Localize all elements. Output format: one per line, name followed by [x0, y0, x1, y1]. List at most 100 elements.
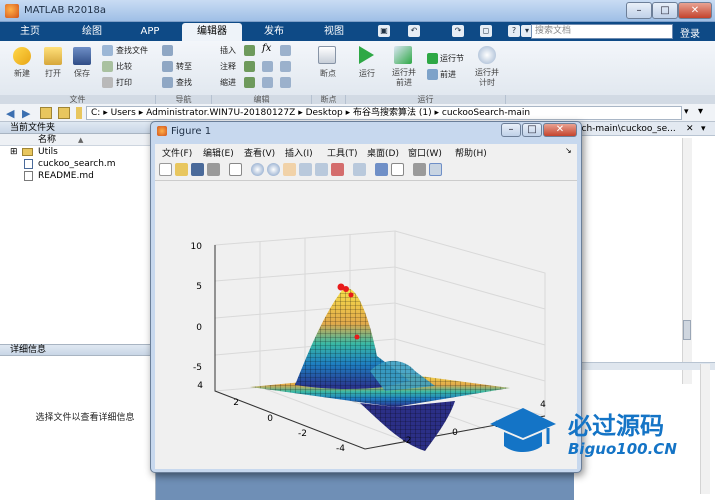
- current-folder-path[interactable]: C: ▸ Users ▸ Administrator.WIN7U-2018012…: [86, 106, 682, 120]
- show-plot-tools-icon[interactable]: [429, 163, 442, 176]
- zoom-in-icon[interactable]: [251, 163, 264, 176]
- redo-icon[interactable]: ↷: [452, 25, 464, 37]
- find-button[interactable]: 查找: [176, 77, 192, 88]
- tab-home[interactable]: 主页: [10, 23, 50, 41]
- path-segment-users[interactable]: Users: [111, 108, 136, 118]
- breakpoint-icon[interactable]: [318, 46, 336, 64]
- file-name[interactable]: cuckoo_search.m: [38, 159, 116, 169]
- goto-button[interactable]: 转至: [176, 61, 192, 72]
- print-button[interactable]: 打印: [116, 77, 132, 88]
- tab-apps[interactable]: APP: [128, 23, 172, 41]
- details-panel-header[interactable]: 详细信息: [0, 344, 156, 356]
- menu-tools[interactable]: 工具(T): [327, 146, 358, 159]
- tab-view[interactable]: 视图: [312, 23, 356, 41]
- editor-scrollbar[interactable]: [682, 138, 692, 384]
- comment-icon[interactable]: [244, 61, 255, 72]
- comment-button[interactable]: 注释: [220, 61, 236, 72]
- decrease-indent-icon[interactable]: [280, 77, 291, 88]
- back-arrow-icon[interactable]: [162, 45, 173, 56]
- open-icon[interactable]: [44, 47, 62, 65]
- editor-file-tab[interactable]: rch-main\cuckoo_se...: [578, 124, 676, 134]
- search-docs-input[interactable]: 搜索文档: [531, 24, 673, 39]
- breakpoints-button[interactable]: 断点: [314, 68, 342, 79]
- path-segment-repo[interactable]: cuckooSearch-main: [442, 108, 530, 118]
- menu-desktop[interactable]: 桌面(D): [367, 146, 399, 159]
- list-item[interactable]: cuckoo_search.m: [0, 158, 155, 170]
- name-column-label[interactable]: 名称: [38, 135, 56, 145]
- run-and-advance-button[interactable]: 运行并 前进: [388, 68, 420, 88]
- run-and-time-button[interactable]: 运行并 计时: [470, 68, 504, 88]
- zoom-out-icon[interactable]: [267, 163, 280, 176]
- new-icon[interactable]: [13, 47, 31, 65]
- new-figure-icon[interactable]: [159, 163, 172, 176]
- run-icon[interactable]: [359, 46, 374, 64]
- figure-maximize-button[interactable]: □: [522, 123, 542, 137]
- insert-section-icon[interactable]: [244, 45, 255, 56]
- editor-scroll-thumb[interactable]: [683, 320, 691, 340]
- wrap-comment-icon[interactable]: [280, 61, 291, 72]
- save-figure-icon[interactable]: [191, 163, 204, 176]
- tab-editor[interactable]: 编辑器: [182, 23, 242, 41]
- compare-icon[interactable]: [102, 61, 113, 72]
- print-figure-icon[interactable]: [207, 163, 220, 176]
- minimize-button[interactable]: –: [626, 2, 652, 19]
- colorbar-icon[interactable]: [375, 163, 388, 176]
- brush-icon[interactable]: [331, 163, 344, 176]
- menu-file[interactable]: 文件(F): [162, 146, 192, 159]
- run-and-time-icon[interactable]: [478, 46, 496, 64]
- help-icon[interactable]: ?: [508, 25, 520, 37]
- command-window-splitter[interactable]: [574, 362, 715, 370]
- legend-icon[interactable]: [391, 163, 404, 176]
- open-button-label[interactable]: 打开: [41, 68, 65, 79]
- menu-view[interactable]: 查看(V): [244, 146, 275, 159]
- run-and-advance-icon[interactable]: [394, 46, 412, 64]
- run-section-icon[interactable]: [427, 53, 438, 64]
- expand-icon[interactable]: ⊞: [10, 146, 18, 158]
- tab-plots[interactable]: 绘图: [72, 23, 112, 41]
- path-dropdown-icon[interactable]: ▾: [684, 107, 689, 117]
- login-button[interactable]: 登录: [680, 25, 700, 40]
- up-folder-icon[interactable]: [40, 107, 52, 119]
- menu-window[interactable]: 窗口(W): [408, 146, 442, 159]
- indent-button[interactable]: 缩进: [220, 77, 236, 88]
- print-icon[interactable]: [102, 77, 113, 88]
- find-files-button[interactable]: 查找文件: [116, 45, 148, 56]
- figure-close-button[interactable]: ✕: [543, 123, 577, 137]
- find-icon[interactable]: [162, 77, 173, 88]
- path-segment-drive[interactable]: C:: [91, 108, 100, 118]
- window-switch-icon[interactable]: ◻: [480, 25, 492, 37]
- goto-icon[interactable]: [162, 61, 173, 72]
- sort-ascending-icon[interactable]: ▲: [78, 134, 83, 146]
- browse-folder-icon[interactable]: [58, 107, 70, 119]
- rotate-3d-icon[interactable]: [299, 163, 312, 176]
- list-item[interactable]: ⊞ Utils: [0, 146, 155, 158]
- pan-hand-icon[interactable]: [283, 163, 296, 176]
- data-cursor-icon[interactable]: [315, 163, 328, 176]
- menu-insert[interactable]: 插入(I): [285, 146, 313, 159]
- hide-plot-tools-icon[interactable]: [413, 163, 426, 176]
- find-files-icon[interactable]: [102, 45, 113, 56]
- smart-indent-icon[interactable]: [244, 77, 255, 88]
- uncomment-icon[interactable]: [262, 61, 273, 72]
- file-name[interactable]: Utils: [38, 147, 58, 157]
- save-button-label[interactable]: 保存: [70, 68, 94, 79]
- compare-button[interactable]: 比较: [116, 61, 132, 72]
- path-segment-user[interactable]: Administrator.WIN7U-20180127Z: [146, 108, 295, 118]
- column-header-name[interactable]: 名称 ▲: [0, 134, 155, 146]
- save-quick-icon[interactable]: ▣: [378, 25, 390, 37]
- file-name[interactable]: README.md: [38, 171, 94, 181]
- increase-indent-icon[interactable]: [262, 77, 273, 88]
- insert-options-icon[interactable]: [280, 45, 291, 56]
- editor-actions-icon[interactable]: ▾: [701, 124, 706, 134]
- open-file-icon[interactable]: [175, 163, 188, 176]
- forward-icon[interactable]: ▶: [22, 107, 30, 120]
- pointer-icon[interactable]: [229, 163, 242, 176]
- back-icon[interactable]: ◀: [6, 107, 14, 120]
- save-icon[interactable]: [73, 47, 91, 65]
- command-scrollbar[interactable]: [700, 364, 710, 494]
- figure-minimize-button[interactable]: –: [501, 123, 521, 137]
- advance-icon[interactable]: [427, 69, 438, 80]
- fx-icon[interactable]: fx: [262, 43, 271, 54]
- insert-button[interactable]: 插入: [220, 45, 236, 56]
- undo-icon[interactable]: ↶: [408, 25, 420, 37]
